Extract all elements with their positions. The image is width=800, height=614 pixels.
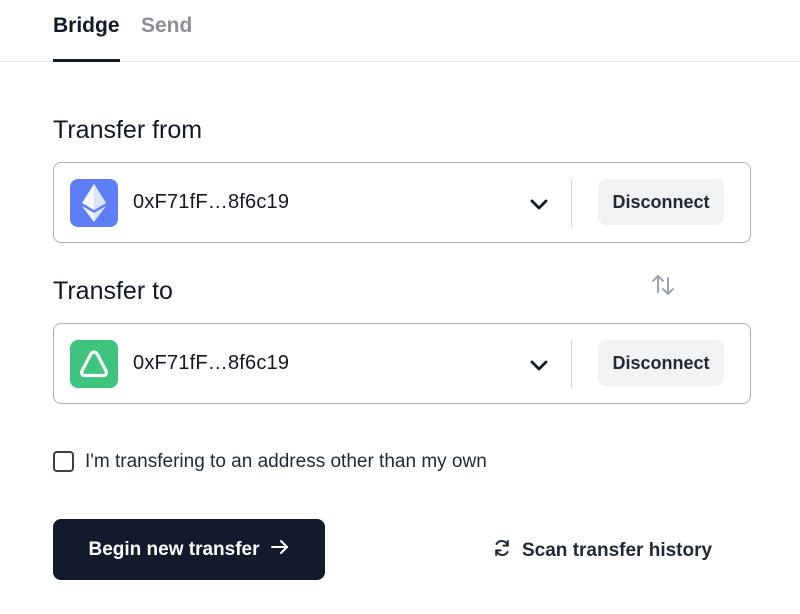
disconnect-to-button[interactable]: Disconnect: [598, 340, 724, 386]
tab-bridge[interactable]: Bridge: [53, 14, 120, 62]
scan-transfer-history-label: Scan transfer history: [522, 540, 713, 561]
arrow-right-icon: [270, 538, 290, 562]
ethereum-icon: [70, 179, 118, 227]
tab-bar: Bridge Send: [0, 0, 800, 62]
scan-transfer-history-link[interactable]: Scan transfer history: [492, 538, 712, 564]
begin-new-transfer-button[interactable]: Begin new transfer: [53, 519, 325, 580]
begin-button-label: Begin new transfer: [88, 538, 260, 560]
divider: [571, 179, 572, 227]
tab-send[interactable]: Send: [141, 14, 192, 60]
to-address: 0xF71fF…8f6c19: [133, 352, 290, 374]
refresh-icon: [492, 538, 512, 564]
disconnect-from-button[interactable]: Disconnect: [598, 179, 724, 225]
other-address-checkbox-label[interactable]: I'm transfering to an address other than…: [85, 451, 487, 473]
chevron-down-icon[interactable]: [528, 354, 550, 376]
transfer-to-selector[interactable]: 0xF71fF…8f6c19 Disconnect: [53, 323, 751, 404]
from-address: 0xF71fF…8f6c19: [133, 191, 290, 213]
transfer-from-selector[interactable]: 0xF71fF…8f6c19 Disconnect: [53, 162, 751, 243]
transfer-from-label: Transfer from: [53, 116, 203, 144]
transfer-to-label: Transfer to: [53, 277, 173, 305]
chevron-down-icon[interactable]: [528, 193, 550, 215]
divider: [571, 340, 572, 388]
green-triangle-chain-icon: [70, 340, 118, 388]
swap-direction-icon[interactable]: [650, 272, 676, 298]
other-address-checkbox[interactable]: [53, 451, 74, 472]
